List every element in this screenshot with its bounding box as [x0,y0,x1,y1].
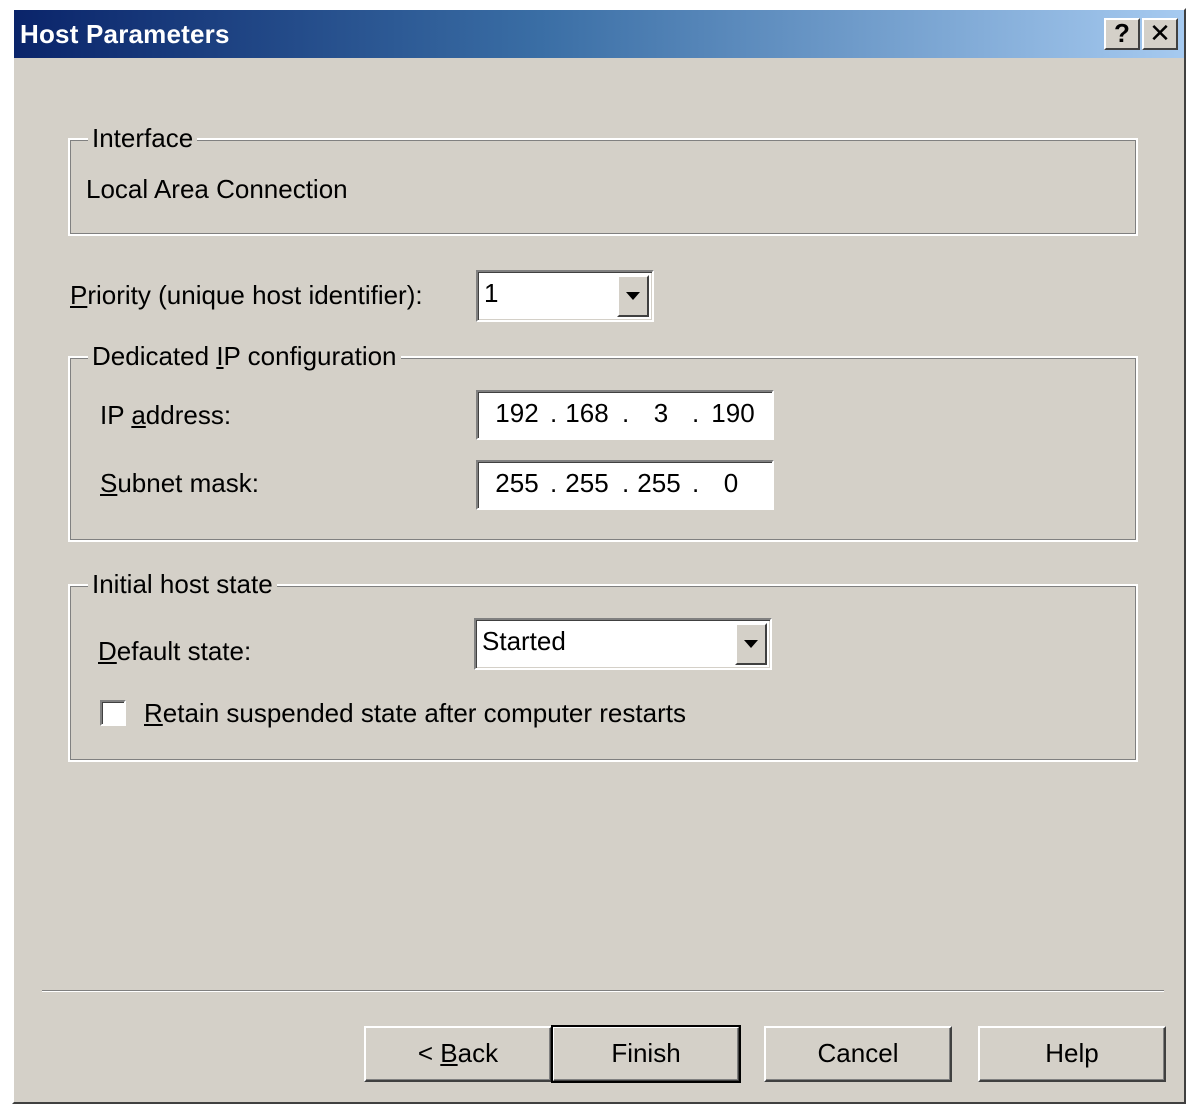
title-bar[interactable]: Host Parameters ? ✕ [14,10,1184,58]
interface-value: Local Area Connection [86,174,348,204]
cancel-button[interactable]: Cancel [764,1026,952,1082]
octet-dot: . [692,398,700,428]
mask-octet-2[interactable]: 255 [564,468,610,498]
default-state-dropdown[interactable]: Started [474,618,772,670]
priority-dropdown-button[interactable] [617,275,649,317]
ip-octet-2[interactable]: 168 [564,398,610,428]
ip-octet-3[interactable]: 3 [638,398,684,428]
window-title: Host Parameters [20,19,230,49]
default-state-dropdown-button[interactable] [735,623,767,665]
priority-selected-value: 1 [484,278,499,308]
default-state-label: Default state: [98,636,252,666]
octet-dot: . [622,398,630,428]
ip-address-input[interactable]: 192 . 168 . 3 . 190 [476,390,774,440]
priority-label: Priority (unique host identifier): [70,280,423,310]
help-button[interactable]: Help [978,1026,1166,1082]
octet-dot: . [692,468,700,498]
interface-group: Interface Local Area Connection [68,124,1138,236]
octet-dot: . [550,468,558,498]
mask-octet-4[interactable]: 0 [708,468,754,498]
dedicated-ip-legend: Dedicated IP configuration [88,342,401,370]
mask-octet-3[interactable]: 255 [636,468,682,498]
close-icon[interactable]: ✕ [1142,18,1178,50]
ip-address-label: IP address: [100,400,232,430]
host-parameters-dialog: Host Parameters ? ✕ Interface Local Area… [12,8,1186,1104]
initial-host-state-group: Initial host state Default state: Retain… [68,570,1138,762]
chevron-down-icon [744,640,758,648]
octet-dot: . [622,468,630,498]
default-state-selected-value: Started [482,626,566,656]
chevron-down-icon [626,292,640,300]
priority-dropdown[interactable]: 1 [476,270,654,322]
button-separator [42,990,1164,992]
help-icon[interactable]: ? [1104,18,1140,50]
retain-suspended-checkbox[interactable] [100,700,126,726]
back-button[interactable]: < Back [364,1026,552,1082]
ip-octet-4[interactable]: 190 [710,398,756,428]
retain-suspended-label[interactable]: Retain suspended state after computer re… [144,698,686,728]
interface-legend: Interface [88,124,198,152]
subnet-mask-label: Subnet mask: [100,468,259,498]
dedicated-ip-group: Dedicated IP configuration IP address: S… [68,342,1138,542]
finish-button[interactable]: Finish [551,1025,741,1083]
initial-host-state-legend: Initial host state [88,570,277,598]
ip-octet-1[interactable]: 192 [494,398,540,428]
subnet-mask-input[interactable]: 255 . 255 . 255 . 0 [476,460,774,510]
mask-octet-1[interactable]: 255 [494,468,540,498]
octet-dot: . [550,398,558,428]
